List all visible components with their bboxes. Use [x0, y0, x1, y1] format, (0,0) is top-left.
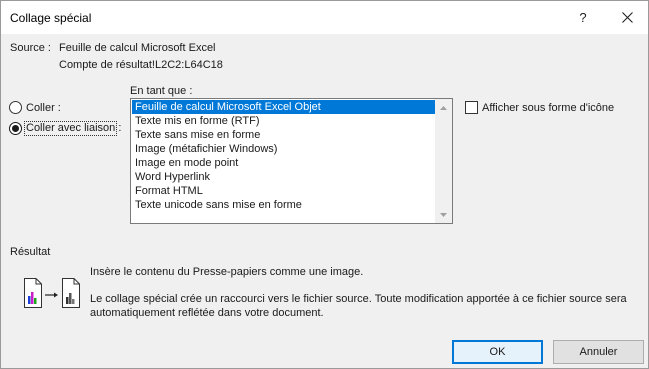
as-type-list: Feuille de calcul Microsoft Excel Objet T… — [132, 100, 435, 212]
result-link-note-2: automatiquement reflétée dans votre docu… — [90, 307, 324, 319]
dialog-title: Collage spécial — [10, 11, 92, 25]
radio-coller-label: Coller : — [26, 102, 61, 114]
as-type-option[interactable]: Format HTML — [132, 184, 435, 198]
close-button[interactable] — [605, 1, 649, 34]
ok-button[interactable]: OK — [452, 340, 543, 364]
source-file-type: Feuille de calcul Microsoft Excel — [59, 42, 216, 54]
listbox-scrollbar[interactable] — [435, 99, 452, 223]
result-description: Insère le contenu du Presse-papiers comm… — [90, 266, 364, 278]
display-as-icon-label: Afficher sous forme d'icône — [482, 102, 615, 114]
result-link-note-1: Le collage spécial crée un raccourci ver… — [90, 293, 627, 305]
as-type-option[interactable]: Texte unicode sans mise en forme — [132, 198, 435, 212]
title-bar: Collage spécial ? — [1, 1, 648, 34]
radio-coller-avec-liaison-label: Coller avec liaison : — [26, 122, 122, 134]
close-icon — [621, 12, 633, 23]
as-type-option[interactable]: Texte mis en forme (RTF) — [132, 114, 435, 128]
cancel-button[interactable]: Annuler — [553, 340, 644, 364]
paste-special-dialog: Collage spécial ? Source : Feuille de ca… — [0, 0, 649, 369]
as-type-label: En tant que : — [130, 85, 193, 97]
as-type-option[interactable]: Word Hyperlink — [132, 170, 435, 184]
arrow-up-icon — [440, 105, 447, 110]
as-type-option[interactable]: Texte sans mise en forme — [132, 128, 435, 142]
paste-link-icon — [24, 278, 80, 308]
scroll-up-button[interactable] — [435, 99, 452, 116]
as-type-option[interactable]: Image en mode point — [132, 156, 435, 170]
result-label: Résultat — [10, 246, 51, 258]
radio-coller-avec-liaison-button[interactable] — [9, 122, 22, 135]
arrow-down-icon — [440, 212, 447, 217]
help-button[interactable]: ? — [563, 1, 603, 34]
scroll-down-button[interactable] — [435, 206, 452, 223]
source-range: Compte de résultat!L2C2:L64C18 — [59, 59, 223, 71]
as-type-option[interactable]: Image (métafichier Windows) — [132, 142, 435, 156]
as-type-option[interactable]: Feuille de calcul Microsoft Excel Objet — [132, 100, 435, 114]
radio-coller-button[interactable] — [9, 101, 22, 114]
display-as-icon-checkbox[interactable] — [465, 101, 478, 114]
source-label: Source : — [10, 42, 51, 54]
as-type-listbox[interactable]: Feuille de calcul Microsoft Excel Objet T… — [130, 98, 453, 224]
